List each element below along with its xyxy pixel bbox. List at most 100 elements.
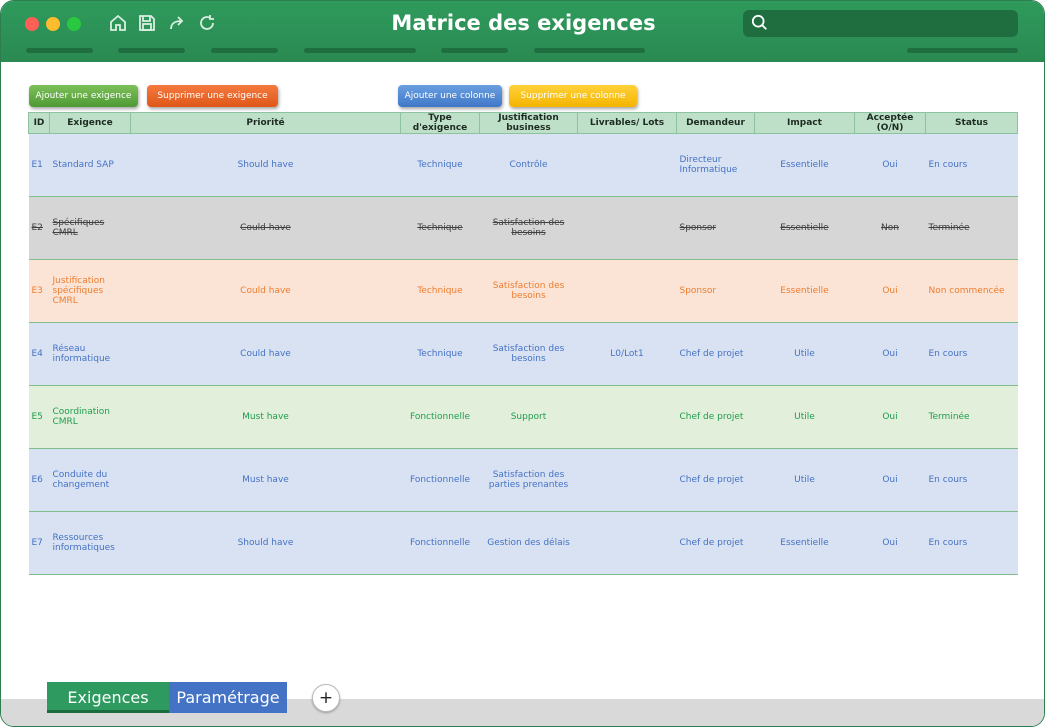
cell-impact[interactable]: Essentielle <box>754 259 855 323</box>
cell-id[interactable]: E5 <box>28 385 50 449</box>
cell-id[interactable]: E2 <box>28 196 50 260</box>
cell-impact[interactable]: Essentielle <box>754 196 855 260</box>
cell-livrables[interactable] <box>577 511 677 575</box>
table-row[interactable]: E1 Standard SAP Should have Technique Co… <box>28 133 1018 197</box>
cell-justification[interactable]: Satisfaction des besoins <box>479 259 578 323</box>
header-status[interactable]: Status <box>925 112 1018 134</box>
delete-requirement-button[interactable]: Supprimer une exigence <box>147 85 278 107</box>
header-acceptee[interactable]: Acceptée (O/N) <box>854 112 926 134</box>
header-id[interactable]: ID <box>28 112 50 134</box>
cell-acceptee[interactable]: Oui <box>854 259 926 323</box>
cell-exigence[interactable]: Standard SAP <box>49 133 131 197</box>
cell-impact[interactable]: Essentielle <box>754 133 855 197</box>
add-column-button[interactable]: Ajouter une colonne <box>398 85 502 107</box>
cell-priorite[interactable]: Should have <box>130 133 401 197</box>
cell-priorite[interactable]: Must have <box>130 448 401 512</box>
search-box[interactable] <box>743 10 1018 37</box>
requirements-table: ID Exigence Priorité Type d'exigence Jus… <box>28 112 1018 575</box>
cell-justification[interactable]: Satisfaction des besoins <box>479 322 578 386</box>
cell-status[interactable]: En cours <box>925 133 1018 197</box>
title-bar: Matrice des exigences <box>1 1 1044 62</box>
cell-type[interactable]: Fonctionnelle <box>400 385 480 449</box>
cell-status[interactable]: Terminée <box>925 385 1018 449</box>
cell-acceptee[interactable]: Oui <box>854 133 926 197</box>
cell-status[interactable]: Terminée <box>925 196 1018 260</box>
cell-exigence[interactable]: Coordination CMRL <box>49 385 131 449</box>
cell-acceptee[interactable]: Non <box>854 196 926 260</box>
cell-priorite[interactable]: Could have <box>130 196 401 260</box>
ribbon-placeholder <box>304 48 416 53</box>
add-requirement-button[interactable]: Ajouter une exigence <box>29 85 138 107</box>
sheet-tab-parametrage[interactable]: Paramétrage <box>169 682 287 713</box>
cell-acceptee[interactable]: Oui <box>854 385 926 449</box>
cell-justification[interactable]: Gestion des délais <box>479 511 578 575</box>
ribbon-placeholder <box>907 48 1018 53</box>
cell-exigence[interactable]: Conduite du changement <box>49 448 131 512</box>
cell-id[interactable]: E7 <box>28 511 50 575</box>
header-priorite[interactable]: Priorité <box>130 112 401 134</box>
cell-demandeur[interactable]: Chef de projet <box>676 322 755 386</box>
cell-demandeur[interactable]: Chef de projet <box>676 385 755 449</box>
cell-impact[interactable]: Utile <box>754 322 855 386</box>
cell-impact[interactable]: Essentielle <box>754 511 855 575</box>
cell-priorite[interactable]: Could have <box>130 322 401 386</box>
cell-type[interactable]: Technique <box>400 133 480 197</box>
cell-livrables[interactable] <box>577 385 677 449</box>
ribbon-placeholder <box>211 48 278 53</box>
cell-exigence[interactable]: Spécifiques CMRL <box>49 196 131 260</box>
cell-demandeur[interactable]: Directeur Informatique <box>676 133 755 197</box>
cell-type[interactable]: Fonctionnelle <box>400 511 480 575</box>
cell-acceptee[interactable]: Oui <box>854 322 926 386</box>
cell-demandeur[interactable]: Sponsor <box>676 259 755 323</box>
delete-column-button[interactable]: Supprimer une colonne <box>509 85 637 107</box>
cell-justification[interactable]: Contrôle <box>479 133 578 197</box>
cell-justification[interactable]: Support <box>479 385 578 449</box>
cell-type[interactable]: Technique <box>400 259 480 323</box>
cell-justification[interactable]: Satisfaction des besoins <box>479 196 578 260</box>
header-exigence[interactable]: Exigence <box>49 112 131 134</box>
header-livrables[interactable]: Livrables/ Lots <box>577 112 677 134</box>
cell-exigence[interactable]: Ressources informatiques <box>49 511 131 575</box>
header-demandeur[interactable]: Demandeur <box>676 112 755 134</box>
cell-exigence[interactable]: Justification spécifiques CMRL <box>49 259 131 323</box>
table-row[interactable]: E2 Spécifiques CMRL Could have Technique… <box>28 196 1018 260</box>
cell-id[interactable]: E3 <box>28 259 50 323</box>
table-row[interactable]: E6 Conduite du changement Must have Fonc… <box>28 448 1018 512</box>
cell-demandeur[interactable]: Chef de projet <box>676 511 755 575</box>
cell-demandeur[interactable]: Sponsor <box>676 196 755 260</box>
cell-status[interactable]: En cours <box>925 448 1018 512</box>
cell-status[interactable]: En cours <box>925 322 1018 386</box>
sheet-tab-exigences[interactable]: Exigences <box>47 682 169 713</box>
cell-priorite[interactable]: Must have <box>130 385 401 449</box>
cell-demandeur[interactable]: Chef de projet <box>676 448 755 512</box>
cell-livrables[interactable]: L0/Lot1 <box>577 322 677 386</box>
cell-status[interactable]: En cours <box>925 511 1018 575</box>
cell-exigence[interactable]: Réseau informatique <box>49 322 131 386</box>
header-impact[interactable]: Impact <box>754 112 855 134</box>
cell-id[interactable]: E1 <box>28 133 50 197</box>
cell-type[interactable]: Fonctionnelle <box>400 448 480 512</box>
cell-livrables[interactable] <box>577 196 677 260</box>
cell-id[interactable]: E4 <box>28 322 50 386</box>
cell-impact[interactable]: Utile <box>754 385 855 449</box>
cell-acceptee[interactable]: Oui <box>854 448 926 512</box>
cell-id[interactable]: E6 <box>28 448 50 512</box>
cell-impact[interactable]: Utile <box>754 448 855 512</box>
cell-livrables[interactable] <box>577 448 677 512</box>
header-type[interactable]: Type d'exigence <box>400 112 480 134</box>
table-row[interactable]: E3 Justification spécifiques CMRL Could … <box>28 259 1018 323</box>
table-row[interactable]: E4 Réseau informatique Could have Techni… <box>28 322 1018 386</box>
cell-type[interactable]: Technique <box>400 322 480 386</box>
cell-type[interactable]: Technique <box>400 196 480 260</box>
table-row[interactable]: E5 Coordination CMRL Must have Fonctionn… <box>28 385 1018 449</box>
cell-acceptee[interactable]: Oui <box>854 511 926 575</box>
header-justification[interactable]: Justification business <box>479 112 578 134</box>
cell-priorite[interactable]: Should have <box>130 511 401 575</box>
cell-livrables[interactable] <box>577 259 677 323</box>
add-sheet-button[interactable]: + <box>312 684 340 712</box>
cell-justification[interactable]: Satisfaction des parties prenantes <box>479 448 578 512</box>
cell-status[interactable]: Non commencée <box>925 259 1018 323</box>
cell-priorite[interactable]: Could have <box>130 259 401 323</box>
table-row[interactable]: E7 Ressources informatiques Should have … <box>28 511 1018 575</box>
cell-livrables[interactable] <box>577 133 677 197</box>
